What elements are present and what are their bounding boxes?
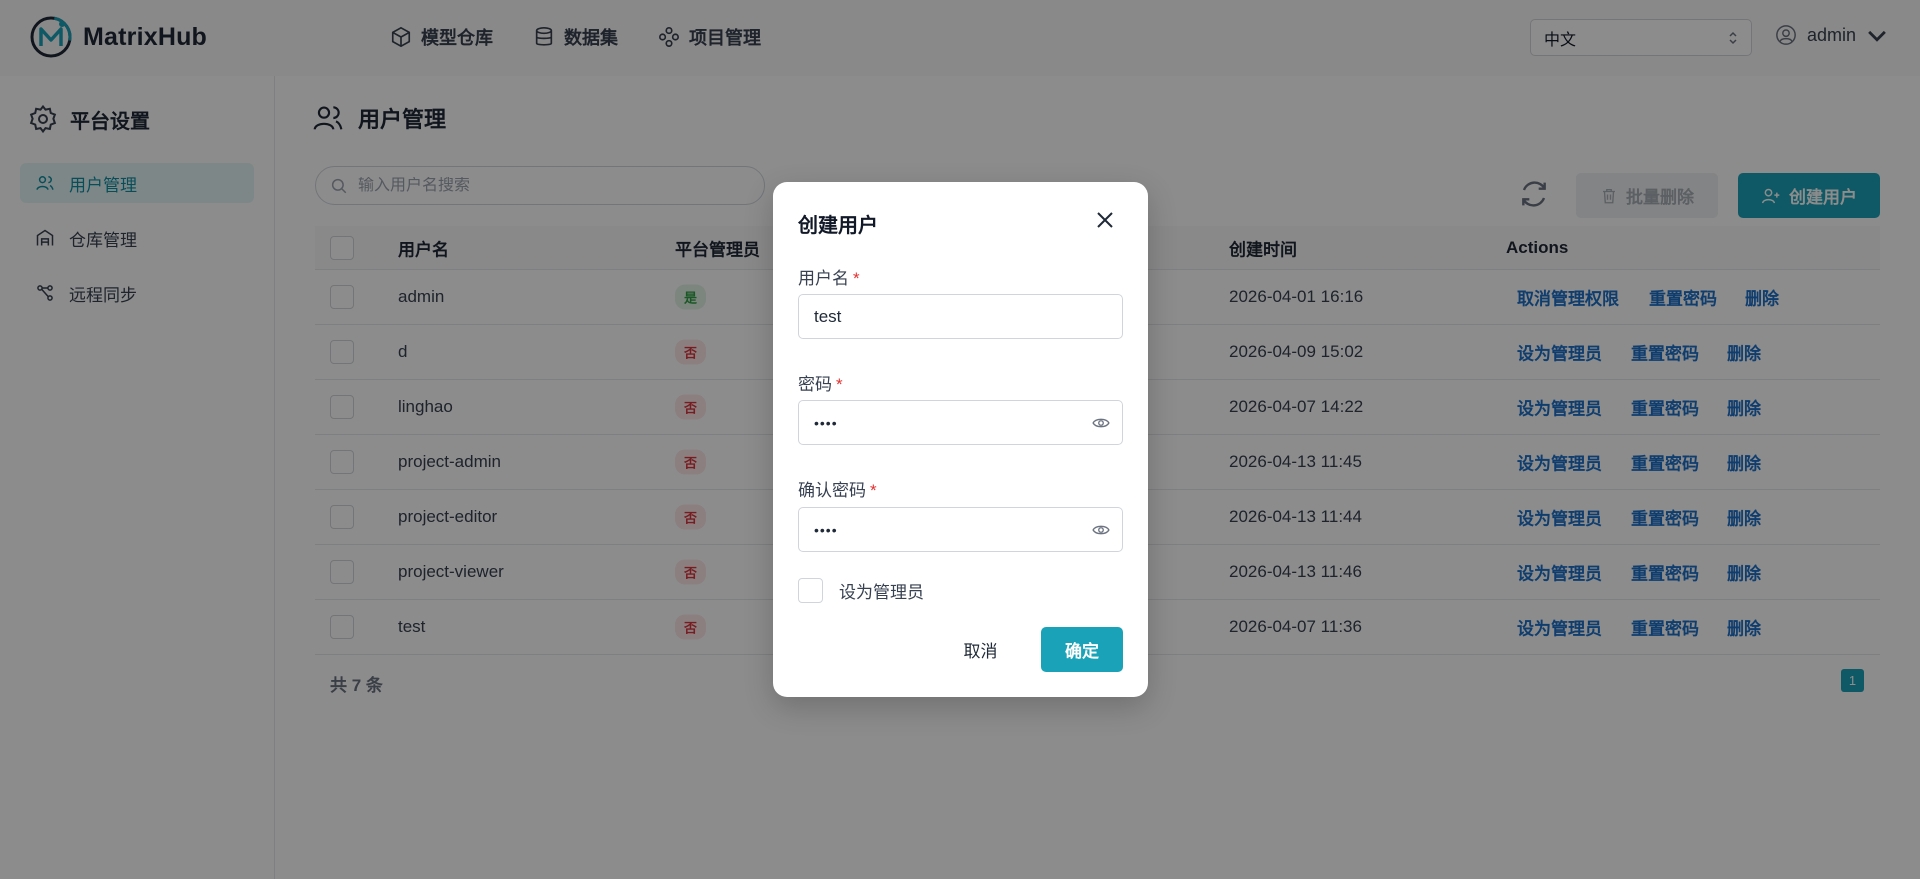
set-admin-option[interactable]: 设为管理员 [798, 578, 924, 603]
required-mark: * [853, 269, 860, 288]
dialog-title: 创建用户 [798, 215, 878, 237]
confirm-password-label: 确认密码 * [798, 476, 877, 501]
create-user-dialog: 创建用户 用户名 * test 密码 * •••• 确认密码 * •••• 设为管理员… [773, 182, 1148, 697]
username-label: 用户名 * [798, 264, 860, 289]
confirm-button[interactable]: 确定 [1041, 627, 1123, 672]
username-field[interactable]: test [798, 294, 1123, 339]
required-mark: * [836, 375, 843, 394]
confirm-password-label-text: 确认密码 [798, 481, 866, 500]
eye-icon[interactable] [1092, 414, 1110, 432]
username-value: test [814, 306, 842, 326]
username-label-text: 用户名 [798, 269, 849, 288]
confirm-password-value: •••• [814, 521, 838, 538]
set-admin-checkbox[interactable] [798, 578, 823, 603]
confirm-password-field[interactable]: •••• [798, 507, 1123, 552]
password-value: •••• [814, 414, 838, 431]
cancel-button[interactable]: 取消 [948, 627, 1013, 672]
password-label: 密码 * [798, 370, 843, 395]
password-label-text: 密码 [798, 375, 832, 394]
set-admin-label: 设为管理员 [839, 583, 924, 602]
password-field[interactable]: •••• [798, 400, 1123, 445]
required-mark: * [870, 481, 877, 500]
eye-icon[interactable] [1092, 521, 1110, 539]
close-icon[interactable] [1093, 208, 1117, 232]
